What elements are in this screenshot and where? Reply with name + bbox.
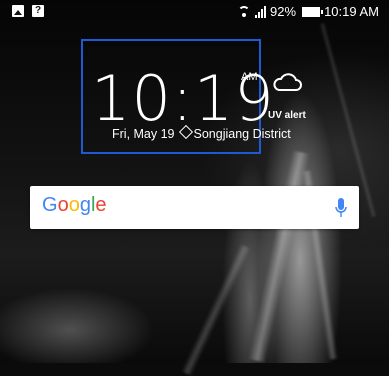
google-logo: Google bbox=[42, 194, 107, 217]
microphone-icon[interactable] bbox=[335, 197, 347, 219]
wallpaper-streak bbox=[180, 244, 252, 376]
clock-ampm: AM bbox=[241, 71, 258, 83]
location-icon bbox=[178, 124, 193, 140]
location-text: Songjiang District bbox=[193, 127, 291, 141]
date-location-row[interactable]: Fri, May 19 Songjiang District bbox=[112, 124, 291, 141]
google-logo-letter: o bbox=[57, 194, 69, 216]
question-notification-icon: ? bbox=[32, 5, 44, 17]
status-bar[interactable]: ? 92% 10:19 AM bbox=[0, 0, 389, 24]
date-text: Fri, May 19 bbox=[112, 127, 175, 141]
battery-percent: 92% bbox=[270, 4, 297, 19]
signal-icon bbox=[255, 5, 267, 18]
image-notification-icon bbox=[12, 5, 24, 17]
battery-icon bbox=[302, 6, 324, 17]
google-logo-letter: g bbox=[79, 194, 91, 216]
wallpaper-streak bbox=[248, 150, 310, 363]
wifi-icon bbox=[237, 5, 251, 18]
uv-alert[interactable]: UV alert bbox=[268, 110, 306, 121]
google-logo-letter: o bbox=[68, 194, 80, 216]
cloud-icon[interactable] bbox=[272, 72, 302, 92]
google-logo-letter: e bbox=[95, 194, 107, 216]
status-time: 10:19 AM bbox=[324, 4, 379, 19]
google-search-bar[interactable]: Google bbox=[30, 186, 359, 229]
google-logo-letter: G bbox=[42, 194, 58, 216]
